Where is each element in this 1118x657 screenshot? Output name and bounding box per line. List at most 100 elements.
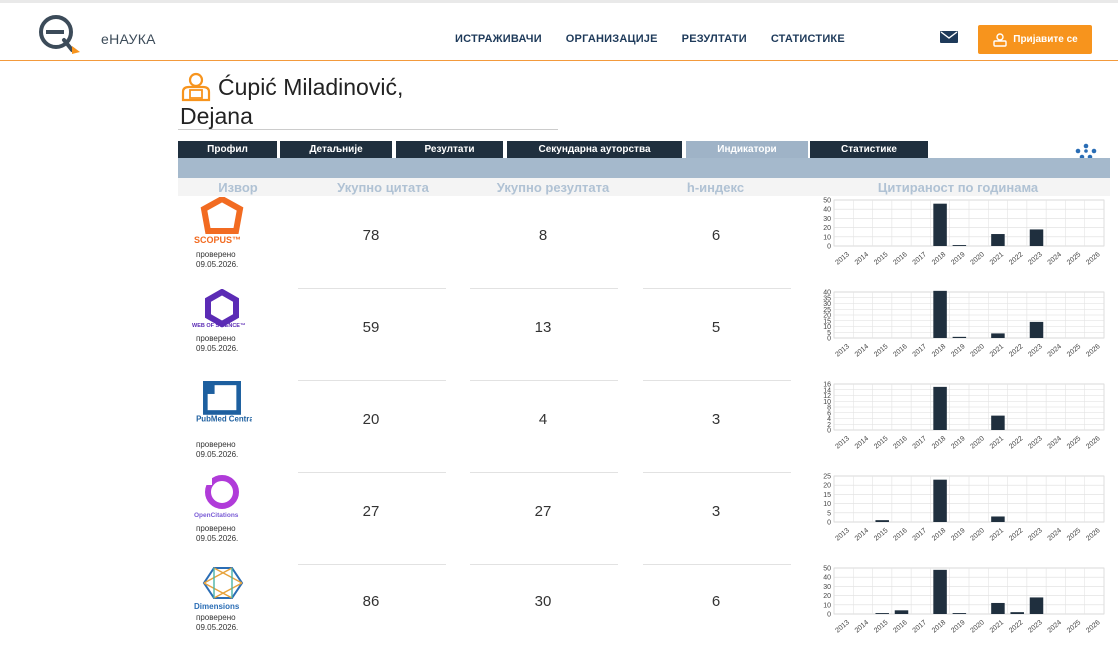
x-tick-label: 2017 xyxy=(912,251,929,266)
x-tick-label: 2025 xyxy=(1066,619,1083,634)
x-tick-label: 2021 xyxy=(989,343,1006,358)
y-tick-label: 10 xyxy=(823,501,831,508)
x-tick-label: 2019 xyxy=(950,527,967,542)
x-tick-label: 2014 xyxy=(854,343,871,358)
x-tick-label: 2022 xyxy=(1008,435,1025,450)
table-row-pubmed: PubMed Central проверено 09.05.2026. 20 … xyxy=(178,381,1110,473)
x-tick-label: 2017 xyxy=(912,619,929,634)
nav-organizations[interactable]: ОРГАНИЗАЦИЈЕ xyxy=(566,33,658,45)
x-tick-label: 2020 xyxy=(969,527,986,542)
checked-label: проверено xyxy=(196,334,236,343)
x-tick-label: 2021 xyxy=(989,619,1006,634)
x-tick-label: 2026 xyxy=(1085,619,1102,634)
x-tick-label: 2025 xyxy=(1066,435,1083,450)
x-tick-label: 2016 xyxy=(892,527,909,542)
x-tick-label: 2018 xyxy=(931,435,948,450)
y-tick-label: 40 xyxy=(823,575,831,582)
x-tick-label: 2022 xyxy=(1008,619,1025,634)
bar-2023 xyxy=(1029,321,1044,338)
nav-results[interactable]: РЕЗУЛТАТИ xyxy=(682,33,747,45)
wos-logo-text: WEB OF SCIENCE™ xyxy=(192,323,245,329)
citations-chart-pubmed: 02468101214162013 2014 2015 2016 2017 2018 201… xyxy=(823,382,1105,451)
x-tick-label: 2018 xyxy=(931,343,948,358)
x-tick-label: 2013 xyxy=(834,527,851,542)
tab-statistics[interactable]: Статистике xyxy=(810,141,928,158)
nav-researchers[interactable]: ИСТРАЖИВАЧИ xyxy=(455,33,542,45)
x-tick-label: 2024 xyxy=(1047,343,1064,358)
bar-2018 xyxy=(933,290,947,338)
bar-2021 xyxy=(991,602,1005,614)
results-value: 30 xyxy=(534,593,552,610)
y-tick-label: 30 xyxy=(823,584,831,591)
header-results: Укупно резултата xyxy=(496,180,610,195)
bar-2019 xyxy=(952,613,967,614)
y-tick-label: 30 xyxy=(823,216,831,223)
mail-icon[interactable] xyxy=(940,31,958,43)
pubmed-central-logo[interactable]: PubMed Central xyxy=(192,381,252,431)
bar-2023 xyxy=(1029,229,1044,246)
tab-results[interactable]: Резултати xyxy=(396,141,503,158)
table-row-opencitations: OpenCitations проверено 09.05.2026. 27 2… xyxy=(178,473,1110,565)
y-tick-label: 16 xyxy=(823,382,831,389)
x-tick-label: 2023 xyxy=(1027,251,1044,266)
y-tick-label: 10 xyxy=(823,602,831,609)
x-tick-label: 2013 xyxy=(834,251,851,266)
y-tick-label: 15 xyxy=(823,492,831,499)
x-tick-label: 2017 xyxy=(912,435,929,450)
y-tick-label: 5 xyxy=(827,510,831,517)
citations-chart-dimensions: 010203040502013 2014 2015 2016 2017 2018 2019 2… xyxy=(823,566,1105,635)
login-button[interactable]: Пријавите се xyxy=(978,25,1092,54)
x-tick-label: 2026 xyxy=(1085,435,1102,450)
x-tick-label: 2016 xyxy=(892,343,909,358)
y-tick-label: 20 xyxy=(823,593,831,600)
opencitations-logo-text: OpenCitations xyxy=(194,512,239,519)
x-tick-label: 2021 xyxy=(989,251,1006,266)
dimensions-logo[interactable]: Dimensions xyxy=(192,565,252,615)
nav-statistics[interactable]: СТАТИСТИКЕ xyxy=(771,33,845,45)
tab-profile[interactable]: Профил xyxy=(178,141,277,158)
x-tick-label: 2016 xyxy=(892,435,909,450)
x-tick-label: 2017 xyxy=(912,343,929,358)
y-tick-label: 25 xyxy=(823,474,831,481)
logo-text: eНАУКА xyxy=(101,31,156,47)
network-share-icon[interactable] xyxy=(1074,143,1098,159)
scopus-logo[interactable]: SCOPUS™ xyxy=(192,197,252,247)
logo-icon xyxy=(39,15,80,54)
x-tick-label: 2017 xyxy=(912,527,929,542)
checked-label: проверено xyxy=(196,524,236,533)
x-tick-label: 2018 xyxy=(931,527,948,542)
web-of-science-logo[interactable]: WEB OF SCIENCE™ xyxy=(192,289,252,339)
bar-2021 xyxy=(991,415,1005,430)
x-tick-label: 2016 xyxy=(892,251,909,266)
citations-chart-wos: 05101520253035402013 2014 2015 2016 2017 2018… xyxy=(823,290,1105,359)
tab-secondary-authorship[interactable]: Секундарна ауторства xyxy=(507,141,682,158)
y-tick-label: 0 xyxy=(827,244,831,251)
header-source: Извор xyxy=(218,180,258,195)
h-index-value: 6 xyxy=(711,227,721,244)
x-tick-label: 2025 xyxy=(1066,343,1083,358)
x-tick-label: 2024 xyxy=(1047,435,1064,450)
x-tick-label: 2024 xyxy=(1047,251,1064,266)
tab-indicators[interactable]: Индикатори xyxy=(686,141,808,158)
x-tick-label: 2020 xyxy=(969,619,986,634)
h-index-value: 5 xyxy=(711,319,721,336)
y-tick-label: 10 xyxy=(823,234,831,241)
opencitations-logo[interactable]: OpenCitations xyxy=(192,473,252,523)
x-tick-label: 2023 xyxy=(1027,435,1044,450)
checked-date: 09.05.2026. xyxy=(196,623,239,632)
x-tick-label: 2014 xyxy=(854,435,871,450)
y-tick-label: 40 xyxy=(823,207,831,214)
login-label: Пријавите се xyxy=(1013,34,1078,45)
x-tick-label: 2022 xyxy=(1008,251,1025,266)
x-tick-label: 2015 xyxy=(873,527,890,542)
x-tick-label: 2026 xyxy=(1085,527,1102,542)
table-row-scopus: SCOPUS™ проверено 09.05.2026. 78 8 6 0 10… xyxy=(178,197,1110,289)
bar-2015 xyxy=(875,613,889,614)
x-tick-label: 2022 xyxy=(1008,527,1025,542)
indicators-banner xyxy=(178,158,1110,178)
x-tick-label: 2014 xyxy=(854,251,871,266)
tab-details[interactable]: Детаљније xyxy=(280,141,392,158)
x-tick-label: 2026 xyxy=(1085,343,1102,358)
x-tick-label: 2023 xyxy=(1027,527,1044,542)
x-tick-label: 2026 xyxy=(1085,251,1102,266)
